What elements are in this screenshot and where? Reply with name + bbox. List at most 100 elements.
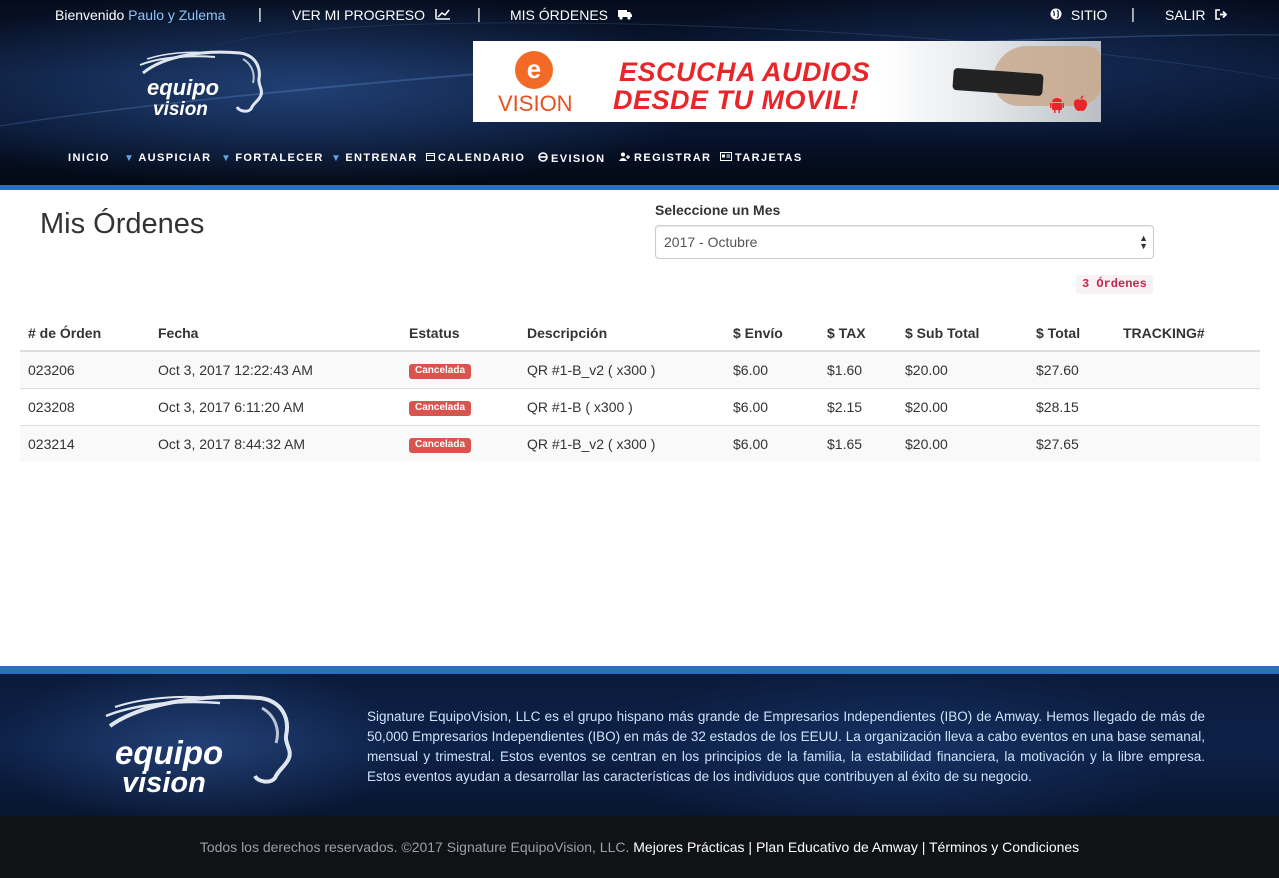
user-name-link[interactable]: Paulo y Zulema <box>128 7 225 23</box>
evision-promo-banner[interactable]: e VISION ESCUCHA AUDIOS DESDE TU MOVIL! <box>473 41 1101 122</box>
footer-description: Signature EquipoVision, LLC es el grupo … <box>367 709 1205 784</box>
caret-down-icon: ▼ <box>221 153 233 164</box>
table-row: 023214 Oct 3, 2017 8:44:32 AM Cancelada … <box>20 424 1260 462</box>
order-tracking <box>1115 350 1260 388</box>
footer-logo-text-equipo: equipo <box>115 734 223 771</box>
copyright-line: Todos los derechos reservados. ©2017 Sig… <box>0 839 1279 855</box>
nav-label: INICIO <box>68 152 111 164</box>
banner-headline-1: ESCUCHA AUDIOS <box>619 57 871 87</box>
nav-item-auspiciar[interactable]: ▼ AUSPICIAR <box>124 152 211 164</box>
separator: | <box>921 839 926 855</box>
select-arrows-icon: ▲ ▼ <box>1139 233 1148 251</box>
order-subtotal: $20.00 <box>897 350 1028 388</box>
site-link[interactable]: SITIO <box>1050 7 1107 23</box>
status-cell: Cancelada <box>401 424 519 462</box>
separator: | <box>1131 6 1135 23</box>
calendar-icon <box>426 153 435 164</box>
order-number: 023214 <box>20 424 150 462</box>
nav-label: FORTALECER <box>235 152 324 164</box>
android-icon <box>1050 97 1064 116</box>
nav-item-registrar[interactable]: REGISTRAR <box>619 152 711 164</box>
order-date: Oct 3, 2017 6:11:20 AM <box>150 387 401 425</box>
order-description: QR #1-B_v2 ( x300 ) <box>519 424 725 462</box>
top-bar: Bienvenido Paulo y Zulema | VER MI PROGR… <box>0 0 1279 30</box>
welcome-label: Bienvenido <box>55 7 125 23</box>
column-header: $ Sub Total <box>897 315 1028 352</box>
order-shipping: $6.00 <box>725 350 819 388</box>
order-tax: $1.65 <box>819 424 897 462</box>
e-icon <box>538 152 548 165</box>
order-tax: $2.15 <box>819 387 897 425</box>
status-cell: Cancelada <box>401 387 519 425</box>
nav-label: EVISION <box>551 153 606 165</box>
column-header: TRACKING# <box>1115 315 1260 352</box>
order-tax: $1.60 <box>819 350 897 388</box>
nav-label: REGISTRAR <box>634 152 712 164</box>
column-header: $ TAX <box>819 315 897 352</box>
my-orders-link[interactable]: MIS ÓRDENES <box>510 7 633 23</box>
nav-label: CALENDARIO <box>438 152 526 164</box>
best-practices-link[interactable]: Mejores Prácticas <box>633 839 744 855</box>
logout-link[interactable]: SALIR <box>1165 7 1228 23</box>
status-cell: Cancelada <box>401 350 519 388</box>
footer-divider <box>0 666 1279 674</box>
footer-equipo-vision-logo: equipo vision <box>100 686 300 801</box>
caret-down-icon: ▼ <box>331 153 343 164</box>
status-badge: Cancelada <box>409 401 472 416</box>
evision-logo-icon: e <box>515 51 553 89</box>
order-total: $27.65 <box>1028 424 1115 462</box>
order-date: Oct 3, 2017 12:22:43 AM <box>150 350 401 388</box>
evision-logo-text: VISION <box>498 91 573 116</box>
terms-link[interactable]: Términos y Condiciones <box>929 839 1079 855</box>
apple-icon <box>1073 95 1088 117</box>
table-row: 023206 Oct 3, 2017 12:22:43 AM Cancelada… <box>20 350 1260 388</box>
site-footer: equipo vision Signature EquipoVision, LL… <box>0 674 1279 816</box>
progress-label: VER MI PROGRESO <box>292 7 426 23</box>
order-number: 023208 <box>20 387 150 425</box>
order-shipping: $6.00 <box>725 424 819 462</box>
truck-icon <box>617 9 633 23</box>
welcome-text: Bienvenido Paulo y Zulema <box>55 7 225 23</box>
column-header: # de Órden <box>20 315 150 352</box>
nav-item-evision[interactable]: EVISION <box>538 152 605 165</box>
sign-out-icon <box>1215 9 1228 23</box>
separator: | <box>477 6 481 23</box>
amway-education-plan-link[interactable]: Plan Educativo de Amway <box>756 839 918 855</box>
line-chart-icon <box>435 8 451 23</box>
nav-item-entrenar[interactable]: ▼ ENTRENAR <box>331 152 418 164</box>
month-select-label: Seleccione un Mes <box>655 202 781 218</box>
orders-count-badge: 3 Órdenes <box>1076 275 1153 294</box>
site-label: SITIO <box>1070 7 1108 23</box>
column-header: Estatus <box>401 315 519 352</box>
nav-item-tarjetas[interactable]: TARJETAS <box>720 152 803 164</box>
order-tracking <box>1115 424 1260 462</box>
order-description: QR #1-B_v2 ( x300 ) <box>519 350 725 388</box>
order-subtotal: $20.00 <box>897 387 1028 425</box>
order-total: $27.60 <box>1028 350 1115 388</box>
nav-label: TARJETAS <box>735 152 803 164</box>
card-icon <box>720 152 732 164</box>
column-header: Descripción <box>519 315 725 352</box>
header-divider <box>0 185 1279 190</box>
copyright-text: Todos los derechos reservados. ©2017 Sig… <box>199 839 630 855</box>
order-date: Oct 3, 2017 8:44:32 AM <box>150 424 401 462</box>
banner-headline-2: DESDE TU MOVIL! <box>613 85 860 115</box>
nav-item-fortalecer[interactable]: ▼ FORTALECER <box>221 152 324 164</box>
logout-label: SALIR <box>1165 7 1206 23</box>
order-number: 023206 <box>20 350 150 388</box>
status-badge: Cancelada <box>409 438 472 454</box>
column-header: $ Envío <box>725 315 819 352</box>
progress-link[interactable]: VER MI PROGRESO <box>292 7 451 23</box>
nav-item-inicio[interactable]: INICIO <box>68 152 110 164</box>
status-badge: Cancelada <box>409 364 472 380</box>
month-select[interactable]: 2017 - Octubre ▲ ▼ <box>655 225 1154 259</box>
table-row: 023208 Oct 3, 2017 6:11:20 AM Cancelada … <box>20 387 1260 425</box>
nav-label: AUSPICIAR <box>138 152 212 164</box>
separator: | <box>258 6 262 23</box>
nav-item-calendario[interactable]: CALENDARIO <box>426 152 525 164</box>
table-header-row: # de Órden Fecha Estatus Descripción $ E… <box>20 315 1260 352</box>
order-tracking <box>1115 387 1260 425</box>
equipo-vision-logo[interactable]: equipo vision <box>135 45 270 120</box>
order-shipping: $6.00 <box>725 387 819 425</box>
logo-text-vision: vision <box>153 99 208 120</box>
